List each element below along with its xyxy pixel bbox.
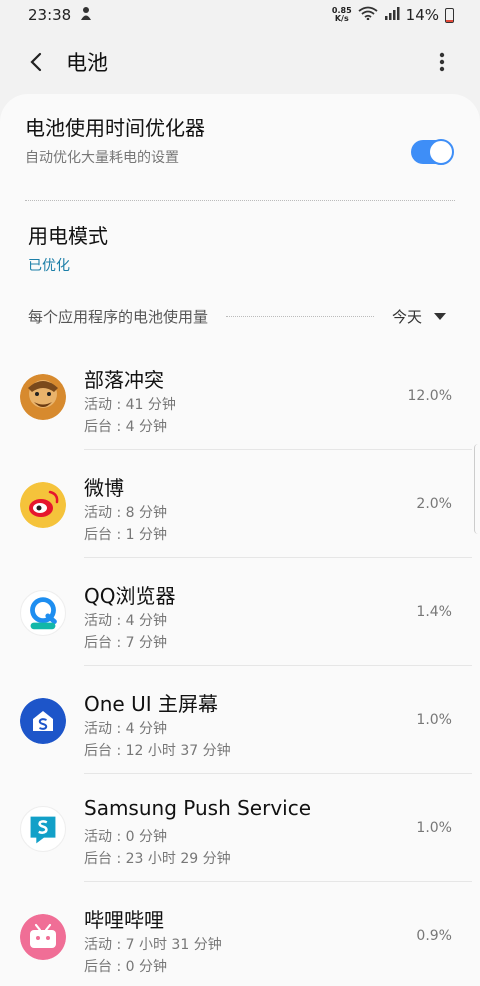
battery-optimizer-row[interactable]: 电池使用时间优化器 自动优化大量耗电的设置 — [25, 112, 455, 184]
bilibili-icon — [20, 914, 66, 960]
app-percent: 1.4% — [416, 604, 452, 620]
app-name: 部落冲突 — [84, 368, 164, 392]
app-active-time: 活动 : 7 小时 31 分钟 — [84, 937, 222, 953]
app-name: One UI 主屏幕 — [84, 692, 218, 716]
wifi-icon — [358, 6, 378, 24]
more-options-button[interactable] — [428, 48, 456, 76]
app-active-time: 活动 : 0 分钟 — [84, 829, 167, 845]
weibo-icon — [20, 482, 66, 528]
usage-header: 每个应用程序的电池使用量 今天 — [28, 304, 452, 328]
app-name: QQ浏览器 — [84, 584, 176, 608]
app-name: 哔哩哔哩 — [84, 908, 164, 932]
app-active-time: 活动 : 4 分钟 — [84, 613, 167, 629]
app-background-time: 后台 : 0 分钟 — [84, 959, 167, 975]
usage-divider — [226, 315, 374, 317]
settings-card: 电池使用时间优化器 自动优化大量耗电的设置 用电模式 已优化 每个应用程序的电池… — [0, 94, 480, 986]
app-usage-list: 部落冲突 活动 : 41 分钟 后台 : 4 分钟 12.0% 微博 活动 : … — [0, 342, 480, 986]
app-active-time: 活动 : 41 分钟 — [84, 397, 176, 413]
section-divider — [25, 200, 455, 201]
page-title: 电池 — [66, 51, 108, 75]
one-ui-home-icon — [20, 698, 66, 744]
toggle-knob — [428, 139, 454, 165]
app-percent: 1.0% — [416, 712, 452, 728]
app-percent: 1.0% — [416, 820, 452, 836]
app-row[interactable]: One UI 主屏幕 活动 : 4 分钟 后台 : 12 小时 37 分钟 1.… — [0, 666, 480, 774]
samsung-push-service-icon — [20, 806, 66, 852]
app-percent: 2.0% — [416, 496, 452, 512]
usage-label: 每个应用程序的电池使用量 — [28, 307, 209, 326]
battery-icon — [445, 7, 454, 23]
app-background-time: 后台 : 7 分钟 — [84, 635, 167, 651]
app-background-time: 后台 : 1 分钟 — [84, 527, 167, 543]
usage-period-dropdown[interactable]: 今天 — [392, 306, 422, 327]
scrollbar[interactable] — [474, 444, 480, 534]
app-row[interactable]: Samsung Push Service 活动 : 0 分钟 后台 : 23 小… — [0, 774, 480, 882]
app-row[interactable]: 部落冲突 活动 : 41 分钟 后台 : 4 分钟 12.0% — [0, 342, 480, 450]
qq-browser-icon — [20, 590, 66, 636]
signal-icon — [384, 6, 400, 24]
optimizer-title: 电池使用时间优化器 — [25, 116, 205, 140]
app-background-time: 后台 : 12 小时 37 分钟 — [84, 743, 231, 759]
app-row[interactable]: 微博 活动 : 8 分钟 后台 : 1 分钟 2.0% — [0, 450, 480, 558]
optimizer-toggle[interactable] — [411, 139, 454, 165]
app-percent: 0.9% — [416, 928, 452, 944]
app-background-time: 后台 : 4 分钟 — [84, 419, 167, 435]
dropdown-arrow-icon[interactable] — [434, 312, 446, 320]
app-active-time: 活动 : 8 分钟 — [84, 505, 167, 521]
battery-percent: 14% — [405, 6, 439, 24]
chevron-left-icon — [30, 52, 42, 72]
power-mode-value: 已优化 — [28, 258, 70, 274]
status-bar: 23:38 0.85 K/s 14% — [0, 0, 480, 30]
app-bar: 电池 — [0, 36, 480, 88]
app-percent: 12.0% — [407, 388, 452, 404]
notification-icon — [79, 5, 93, 25]
app-active-time: 活动 : 4 分钟 — [84, 721, 167, 737]
more-vertical-icon — [439, 52, 445, 72]
app-name: 微博 — [84, 476, 124, 500]
status-time: 23:38 — [28, 6, 72, 24]
network-speed: 0.85 K/s — [331, 6, 352, 23]
app-row[interactable]: 哔哩哔哩 活动 : 7 小时 31 分钟 后台 : 0 分钟 0.9% — [0, 882, 480, 986]
app-row[interactable]: QQ浏览器 活动 : 4 分钟 后台 : 7 分钟 1.4% — [0, 558, 480, 666]
back-button[interactable] — [8, 36, 64, 88]
app-name: Samsung Push Service — [84, 796, 312, 820]
power-mode-row[interactable]: 用电模式 已优化 — [28, 220, 108, 275]
app-background-time: 后台 : 23 小时 29 分钟 — [84, 851, 231, 867]
optimizer-subtitle: 自动优化大量耗电的设置 — [25, 150, 179, 166]
clash-of-clans-icon — [20, 374, 66, 420]
power-mode-title: 用电模式 — [28, 224, 108, 248]
